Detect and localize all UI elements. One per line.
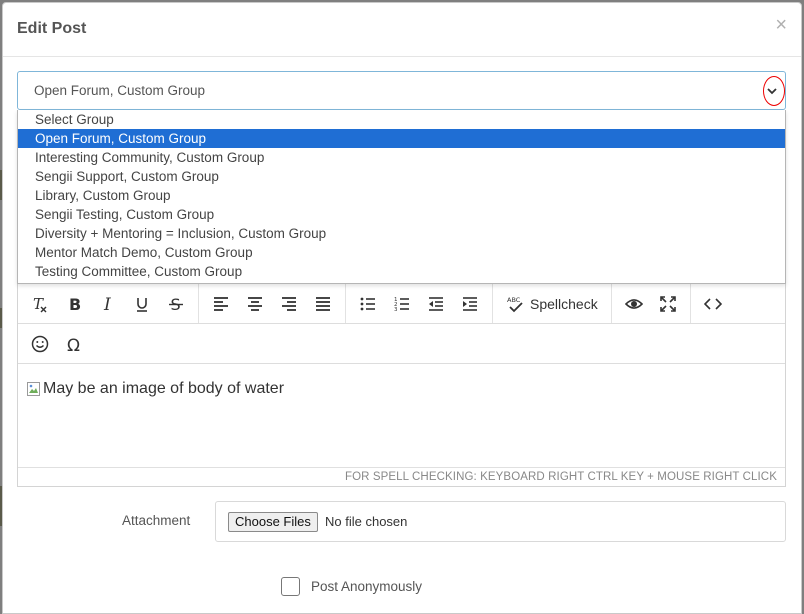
underline-icon bbox=[137, 297, 147, 312]
omega-icon: Ω bbox=[67, 336, 80, 353]
outdent-button[interactable] bbox=[419, 289, 453, 319]
svg-text:I: I bbox=[103, 295, 111, 313]
group-select-value: Open Forum, Custom Group bbox=[34, 83, 206, 98]
group-option[interactable]: Testing Committee, Custom Group bbox=[18, 262, 785, 281]
group-option[interactable]: Diversity + Mentoring = Inclusion, Custo… bbox=[18, 224, 785, 243]
rich-text-editor: T B I S 1 2 3 ABC Spellcheck Ω May be an… bbox=[17, 284, 786, 487]
align-justify-icon bbox=[316, 296, 330, 311]
broken-image[interactable]: May be an image of body of water bbox=[26, 380, 284, 398]
italic-button[interactable]: I bbox=[91, 289, 125, 319]
align-right-icon bbox=[282, 296, 296, 311]
svg-text:3: 3 bbox=[394, 307, 398, 313]
underline-button[interactable] bbox=[125, 289, 159, 319]
bullet-list-button[interactable] bbox=[351, 289, 385, 319]
fullscreen-icon bbox=[659, 295, 676, 312]
group-option[interactable]: Select Group bbox=[18, 110, 785, 129]
post-anonymously-label[interactable]: Post Anonymously bbox=[311, 579, 422, 594]
group-option[interactable]: Interesting Community, Custom Group bbox=[18, 148, 785, 167]
bold-icon: B bbox=[69, 295, 81, 313]
svg-text:Ω: Ω bbox=[67, 336, 80, 353]
post-anonymously-checkbox[interactable] bbox=[281, 577, 300, 596]
edit-post-modal: Edit Post × Open Forum, Custom Group Sel… bbox=[2, 2, 802, 614]
spellcheck-button[interactable]: ABC Spellcheck bbox=[498, 289, 606, 319]
align-center-button[interactable] bbox=[238, 289, 272, 319]
align-center-icon bbox=[248, 296, 262, 311]
numbered-list-button[interactable]: 123 bbox=[385, 289, 419, 319]
fullscreen-button[interactable] bbox=[651, 289, 685, 319]
editor-toolbar-row-1: T B I S 1 2 3 ABC Spellcheck bbox=[18, 284, 785, 324]
spellcheck-icon: ABC bbox=[507, 296, 523, 312]
attachment-field: Choose Files No file chosen bbox=[215, 501, 786, 542]
editor-content-area[interactable]: May be an image of body of water bbox=[18, 364, 785, 468]
preview-button[interactable] bbox=[617, 289, 651, 319]
strikethrough-icon: S bbox=[169, 295, 183, 313]
align-justify-button[interactable] bbox=[306, 289, 340, 319]
clear-format-icon: T bbox=[33, 295, 47, 313]
preview-eye-icon bbox=[624, 298, 643, 309]
group-select[interactable]: Open Forum, Custom Group bbox=[17, 71, 786, 110]
editor-toolbar-row-2: Ω bbox=[18, 324, 785, 364]
group-option[interactable]: Sengii Testing, Custom Group bbox=[18, 205, 785, 224]
choose-files-button[interactable]: Choose Files bbox=[228, 512, 318, 532]
clear-format-button[interactable]: T bbox=[23, 289, 57, 319]
code-view-button[interactable] bbox=[696, 289, 730, 319]
special-char-button[interactable]: Ω bbox=[57, 329, 91, 359]
close-button[interactable]: × bbox=[775, 15, 787, 35]
file-status-text: No file chosen bbox=[325, 514, 408, 529]
spellcheck-label: Spellcheck bbox=[530, 295, 598, 312]
toolbar-group-view bbox=[612, 284, 691, 323]
toolbar-group-code bbox=[691, 284, 735, 323]
bullet-list-icon bbox=[360, 297, 375, 310]
align-left-button[interactable] bbox=[204, 289, 238, 319]
group-option[interactable]: Open Forum, Custom Group bbox=[18, 129, 785, 148]
align-left-icon bbox=[214, 296, 228, 311]
toolbar-group-align bbox=[199, 284, 346, 323]
indent-button[interactable] bbox=[453, 289, 487, 319]
group-option[interactable]: Mentor Match Demo, Custom Group bbox=[18, 243, 785, 262]
annotation-circle bbox=[763, 76, 785, 106]
toolbar-group-format: T B I S bbox=[18, 284, 199, 323]
attachment-label: Attachment bbox=[122, 513, 191, 528]
strikethrough-button[interactable]: S bbox=[159, 289, 193, 319]
editor-status-bar: FOR SPELL CHECKING: KEYBOARD RIGHT CTRL … bbox=[344, 471, 777, 483]
align-right-button[interactable] bbox=[272, 289, 306, 319]
outdent-icon bbox=[429, 296, 443, 311]
svg-text:B: B bbox=[69, 295, 81, 313]
group-dropdown-list: Select Group Open Forum, Custom Group Inte… bbox=[17, 110, 786, 284]
emoji-button[interactable] bbox=[23, 329, 57, 359]
modal-header: Edit Post × bbox=[3, 3, 801, 57]
toolbar-group-lists: 123 bbox=[346, 284, 493, 323]
code-view-icon bbox=[703, 297, 722, 310]
toolbar-group-insert: Ω bbox=[18, 324, 96, 363]
modal-title: Edit Post bbox=[17, 20, 87, 37]
group-option[interactable]: Library, Custom Group bbox=[18, 186, 785, 205]
toolbar-group-spell: ABC Spellcheck bbox=[493, 284, 612, 323]
broken-image-icon bbox=[27, 382, 40, 396]
indent-icon bbox=[463, 296, 477, 311]
bold-button[interactable]: B bbox=[57, 289, 91, 319]
emoji-icon bbox=[31, 335, 49, 352]
group-option[interactable]: Sengii Support, Custom Group bbox=[18, 167, 785, 186]
image-alt-text: May be an image of body of water bbox=[43, 380, 285, 397]
italic-icon: I bbox=[103, 295, 111, 313]
numbered-list-icon: 123 bbox=[394, 297, 409, 313]
svg-text:ABC: ABC bbox=[507, 296, 521, 304]
